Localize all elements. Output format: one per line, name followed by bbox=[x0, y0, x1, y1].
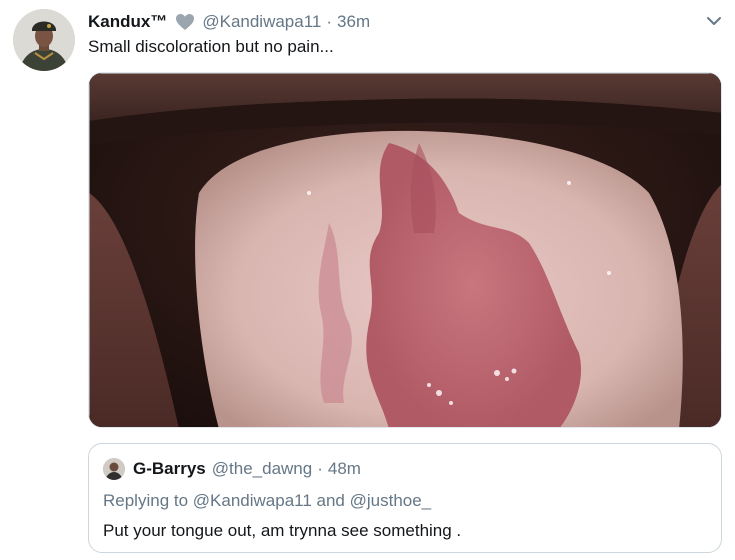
author-avatar-image bbox=[13, 9, 75, 71]
tweet-timestamp[interactable]: 36m bbox=[337, 12, 370, 32]
quoted-tweet-header: G-Barrys @the_dawng · 48m bbox=[103, 458, 361, 480]
quoted-author-name[interactable]: G-Barrys bbox=[133, 459, 206, 479]
separator-dot: · bbox=[326, 12, 333, 31]
heart-icon bbox=[175, 13, 195, 31]
quoted-tweet-timestamp[interactable]: 48m bbox=[328, 459, 361, 479]
reply-context: Replying to @Kandiwapa11 and @justhoe_ bbox=[103, 491, 432, 510]
quoted-author-handle[interactable]: @the_dawng bbox=[212, 459, 312, 479]
separator-dot: · bbox=[317, 459, 323, 478]
tweet-header: Kandux™ @Kandiwapa11 · 36m bbox=[88, 11, 370, 33]
tweet-text: Small discoloration but no pain... bbox=[88, 37, 334, 56]
quoted-author-avatar[interactable] bbox=[103, 458, 125, 480]
author-display-name[interactable]: Kandux™ bbox=[88, 12, 167, 32]
chevron-down-icon[interactable] bbox=[704, 11, 724, 31]
quoted-avatar-image bbox=[103, 458, 125, 480]
author-handle[interactable]: @Kandiwapa11 bbox=[202, 12, 321, 32]
quoted-tweet[interactable]: G-Barrys @the_dawng · 48m Replying to @K… bbox=[88, 443, 722, 553]
quoted-tweet-text: Put your tongue out, am trynna see somet… bbox=[103, 521, 462, 540]
author-avatar[interactable] bbox=[13, 9, 75, 71]
tongue-photo bbox=[89, 73, 721, 427]
tweet-photo[interactable] bbox=[88, 72, 722, 428]
